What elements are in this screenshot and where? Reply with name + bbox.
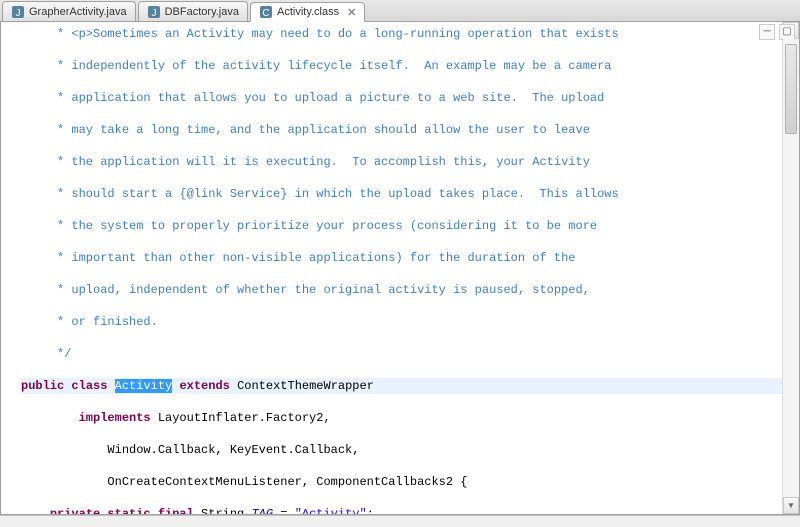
vertical-scrollbar[interactable]: ▲ ▼ <box>782 22 799 514</box>
tab-label: GrapherActivity.java <box>29 6 127 18</box>
svg-text:J: J <box>151 8 156 19</box>
tab-label: Activity.class <box>277 6 339 18</box>
class-declaration-line: public class Activity extends ContextThe… <box>21 378 782 394</box>
implements-line: Window.Callback, KeyEvent.Callback, <box>21 442 782 458</box>
javadoc-line: */ <box>21 346 782 362</box>
editor-toolbar: ─ ▢ <box>759 24 795 40</box>
javadoc-line: * the system to properly prioritize your… <box>21 218 782 234</box>
java-file-icon: J <box>147 5 161 19</box>
editor-tab-bar: J GrapherActivity.java J DBFactory.java … <box>0 0 800 22</box>
javadoc-line: * application that allows you to upload … <box>21 90 782 106</box>
java-file-icon: J <box>11 5 25 19</box>
javadoc-line: * the application will it is executing. … <box>21 154 782 170</box>
close-icon[interactable]: ✕ <box>347 6 356 19</box>
javadoc-line: * upload, independent of whether the ori… <box>21 282 782 298</box>
maximize-button[interactable]: ▢ <box>779 24 795 40</box>
source-editor[interactable]: * <p>Sometimes an Activity may need to d… <box>1 22 782 514</box>
javadoc-line: * <p>Sometimes an Activity may need to d… <box>21 26 782 42</box>
implements-line: OnCreateContextMenuListener, ComponentCa… <box>21 474 782 490</box>
tab-label: DBFactory.java <box>165 6 239 18</box>
svg-text:J: J <box>16 8 21 19</box>
javadoc-line: * may take a long time, and the applicat… <box>21 122 782 138</box>
field-line: private static final String TAG = "Activ… <box>21 506 782 514</box>
implements-line: implements LayoutInflater.Factory2, <box>21 410 782 426</box>
editor-pane: ─ ▢ * <p>Sometimes an Activity may need … <box>0 22 800 515</box>
tab-activity-class[interactable]: C Activity.class ✕ <box>250 2 365 22</box>
tab-grapher-activity[interactable]: J GrapherActivity.java <box>2 1 136 21</box>
scroll-down-icon[interactable]: ▼ <box>783 497 799 514</box>
javadoc-line: * should start a {@link Service} in whic… <box>21 186 782 202</box>
scrollbar-track[interactable] <box>783 39 799 497</box>
scrollbar-thumb[interactable] <box>785 44 797 134</box>
status-bar <box>0 515 800 527</box>
javadoc-line: * or finished. <box>21 314 782 330</box>
svg-text:C: C <box>262 8 269 19</box>
class-file-icon: C <box>259 5 273 19</box>
javadoc-line: * important than other non-visible appli… <box>21 250 782 266</box>
javadoc-line: * independently of the activity lifecycl… <box>21 58 782 74</box>
tab-dbfactory[interactable]: J DBFactory.java <box>138 1 248 21</box>
selected-class-name: Activity <box>115 379 173 393</box>
minimize-button[interactable]: ─ <box>759 24 775 40</box>
